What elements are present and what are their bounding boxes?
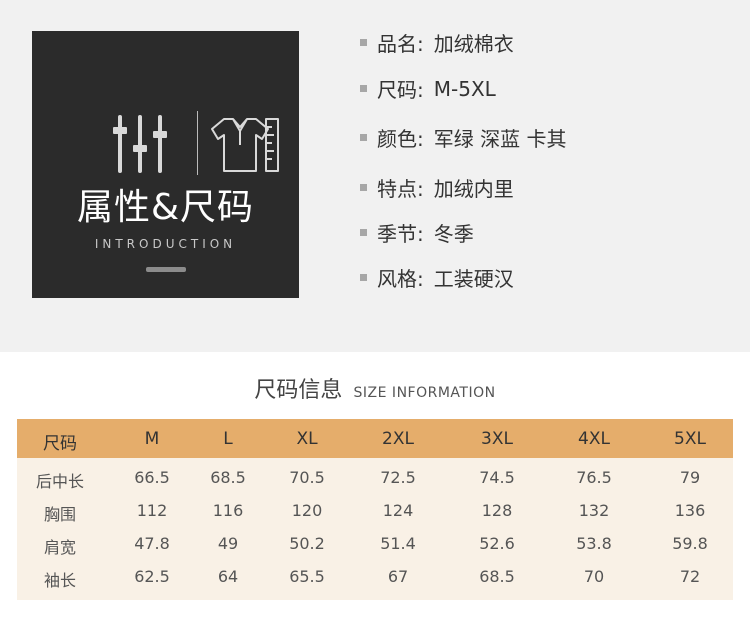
attribute-item-size: 尺码: M-5XL — [360, 74, 496, 103]
sliders-icon — [113, 115, 167, 173]
table-cell: 70 — [583, 567, 605, 586]
size-info-heading: 尺码信息 SIZE INFORMATION — [0, 372, 750, 404]
column-header: 3XL — [481, 429, 513, 449]
attribute-value: 工装硬汉 — [433, 267, 514, 291]
attribute-item-feature: 特点: 加绒内里 — [360, 173, 514, 202]
column-header: XL — [296, 429, 318, 449]
bullet-icon — [360, 85, 367, 92]
attribute-value: 加绒内里 — [433, 177, 514, 201]
table-cell: 51.4 — [380, 534, 416, 553]
attribute-label: 颜色: — [377, 127, 424, 151]
table-cell: 124 — [382, 501, 414, 520]
table-cell: 68.5 — [210, 468, 246, 487]
table-cell: 72 — [679, 567, 701, 586]
row-label: 肩宽 — [43, 538, 76, 557]
bullet-icon — [360, 274, 367, 281]
badge-title: 属性&尺码 — [76, 187, 255, 228]
column-header: 5XL — [674, 429, 706, 449]
badge-subtitle: INTRODUCTION — [94, 237, 237, 251]
attribute-label: 特点: — [377, 177, 424, 201]
table-cell: 65.5 — [289, 567, 325, 586]
size-table: 尺码 M L XL 2XL 3XL 4XL 5XL 后中长 66.5 68.5 … — [17, 419, 733, 600]
column-header: M — [144, 429, 160, 449]
row-label: 后中长 — [35, 472, 84, 491]
table-cell: 59.8 — [672, 534, 708, 553]
attribute-item-name: 品名: 加绒棉衣 — [360, 28, 514, 57]
attribute-item-color: 颜色: 军绿 深蓝 卡其 — [360, 123, 566, 152]
attribute-label: 风格: — [377, 267, 424, 291]
attribute-label: 尺码: — [377, 78, 424, 102]
table-cell: 72.5 — [380, 468, 416, 487]
table-cell: 70.5 — [289, 468, 325, 487]
attribute-value: 军绿 深蓝 卡其 — [433, 127, 567, 151]
badge-underline — [146, 267, 186, 272]
bullet-icon — [360, 229, 367, 236]
attribute-value: 加绒棉衣 — [433, 32, 514, 56]
table-cell: 68.5 — [479, 567, 515, 586]
column-header: L — [223, 429, 233, 449]
table-cell: 64 — [217, 567, 239, 586]
column-header: 尺码 — [43, 434, 77, 454]
table-cell: 112 — [136, 501, 168, 520]
column-header: 4XL — [578, 429, 610, 449]
table-cell: 53.8 — [576, 534, 612, 553]
table-cell: 52.6 — [479, 534, 515, 553]
attribute-label: 季节: — [377, 222, 424, 246]
size-table-header: 尺码 M L XL 2XL 3XL 4XL 5XL — [17, 419, 733, 458]
table-cell: 116 — [212, 501, 244, 520]
row-label: 胸围 — [43, 505, 76, 524]
table-cell: 50.2 — [289, 534, 325, 553]
bullet-icon — [360, 39, 367, 46]
table-cell: 47.8 — [134, 534, 170, 553]
row-label: 袖长 — [43, 571, 76, 590]
table-cell: 79 — [679, 468, 701, 487]
table-cell: 66.5 — [134, 468, 170, 487]
size-table-body: 后中长 66.5 68.5 70.5 72.5 74.5 76.5 79 胸围 … — [17, 458, 733, 600]
table-cell: 62.5 — [134, 567, 170, 586]
table-cell: 67 — [387, 567, 409, 586]
attribute-label: 品名: — [377, 32, 424, 56]
table-cell: 76.5 — [576, 468, 612, 487]
badge-divider — [197, 111, 198, 175]
size-info-title-en: SIZE INFORMATION — [353, 385, 496, 401]
table-cell: 136 — [674, 501, 706, 520]
bullet-icon — [360, 184, 367, 191]
table-cell: 132 — [578, 501, 610, 520]
table-cell: 49 — [217, 534, 239, 553]
product-attributes-section: 属性&尺码 INTRODUCTION 品名: 加绒棉衣 尺码: M-5XL 颜色… — [0, 0, 750, 352]
size-info-title: 尺码信息 — [254, 378, 343, 403]
attribute-item-season: 季节: 冬季 — [360, 218, 474, 247]
bullet-icon — [360, 134, 367, 141]
attribute-value: M-5XL — [433, 76, 496, 101]
table-cell: 74.5 — [479, 468, 515, 487]
column-header: 2XL — [382, 429, 414, 449]
attribute-value: 冬季 — [433, 222, 474, 246]
attributes-badge: 属性&尺码 INTRODUCTION — [32, 31, 299, 298]
table-cell: 128 — [481, 501, 513, 520]
shirt-ruler-icon — [211, 118, 279, 172]
attribute-item-style: 风格: 工装硬汉 — [360, 263, 514, 292]
table-cell: 120 — [291, 501, 323, 520]
